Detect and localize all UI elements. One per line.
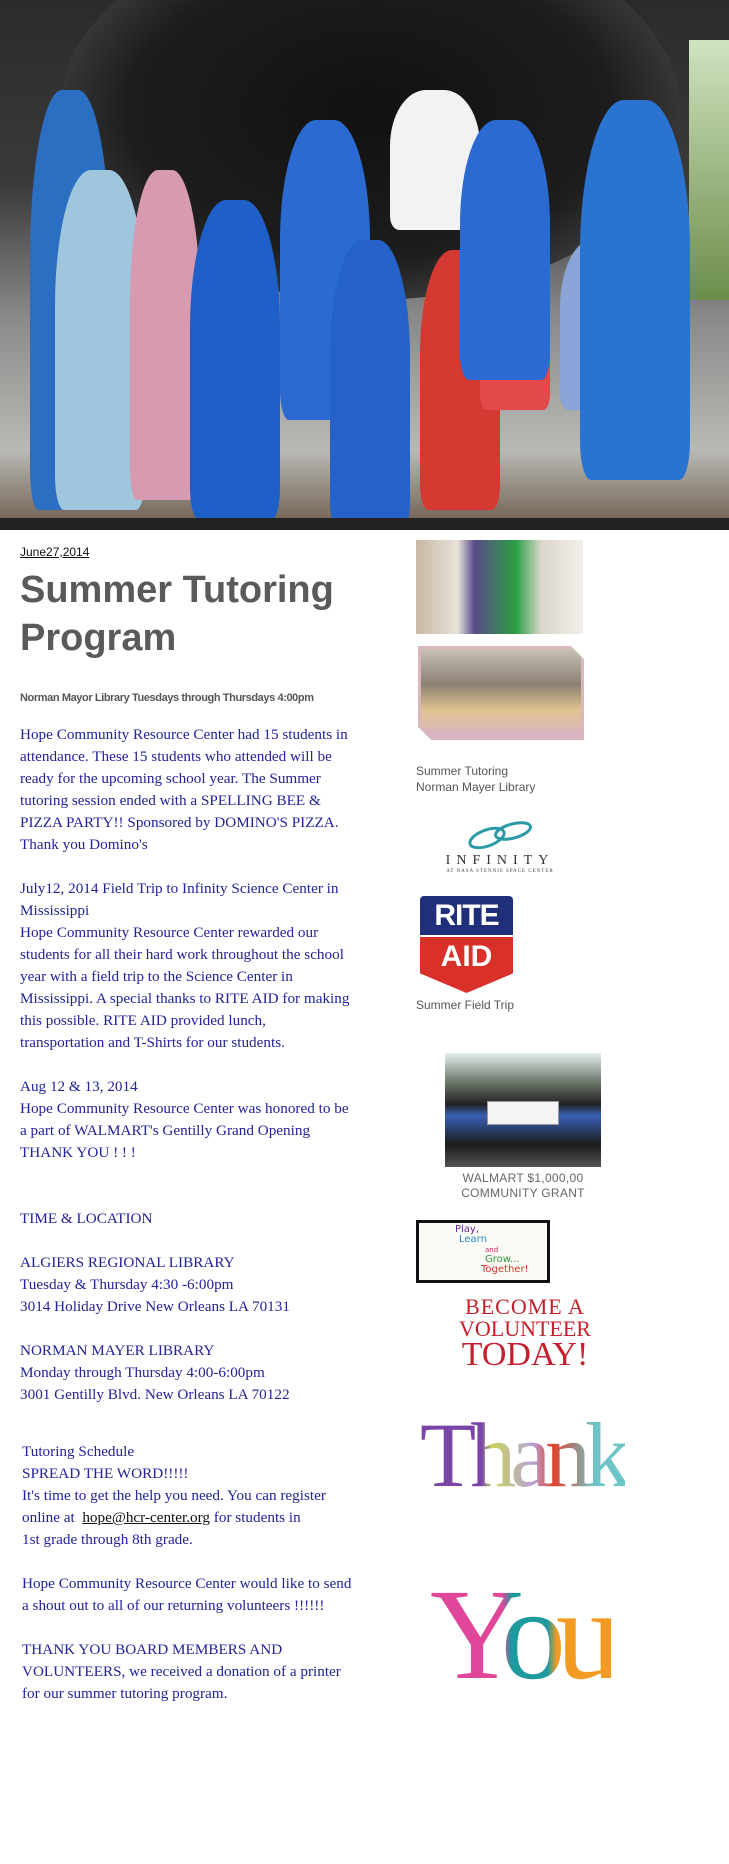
text-line: THANK YOU ! ! !: [20, 1144, 136, 1161]
logo-text: Learn: [459, 1234, 487, 1245]
caption-field-trip: Summer Field Trip: [416, 998, 515, 1012]
caption-line: WALMART $1,000,00: [462, 1171, 584, 1185]
infinity-name: INFINITY: [445, 853, 555, 868]
text-line: attendance. These 15 students who attend…: [20, 748, 332, 765]
text-line: 1st grade through 8th grade.: [22, 1531, 193, 1548]
text-line: THANK YOU BOARD MEMBERS AND: [22, 1641, 283, 1658]
text-line: 3001 Gentilly Blvd. New Orleans LA 70122: [20, 1386, 290, 1403]
text-line: a part of WALMART's Gentilly Grand Openi…: [20, 1122, 311, 1139]
text-line: tutoring session ended with a SPELLING B…: [20, 792, 321, 809]
paragraph-walmart: Aug 12 & 13, 2014 Hope Community Resourc…: [20, 1076, 349, 1164]
time-location-heading: TIME & LOCATION: [20, 1210, 153, 1227]
text-line: Aug 12 & 13, 2014: [20, 1078, 138, 1095]
post-title: Summer Tutoring Program: [20, 569, 334, 659]
paragraph-board-members: THANK YOU BOARD MEMBERS AND VOLUNTEERS, …: [22, 1639, 341, 1705]
caption-line: Summer Tutoring: [416, 764, 509, 778]
rite-text: RITE: [420, 896, 513, 935]
become-volunteer-image: BECOME A VOLUNTEER TODAY!: [440, 1294, 610, 1373]
play-learn-grow-image: Play, Learn and Grow... Together!: [416, 1220, 550, 1283]
text-line: ready for the upcoming school year. The …: [20, 770, 321, 787]
caption-line: Norman Mayer Library: [416, 780, 536, 794]
paragraph-field-trip: July12, 2014 Field Trip to Infinity Scie…: [20, 878, 349, 1054]
group-photo: [0, 0, 729, 530]
text-line: Hope Community Resource Center rewarded …: [20, 924, 319, 941]
text-line: Tuesday & Thursday 4:30 -6:00pm: [20, 1276, 234, 1293]
logo-text: Together!: [481, 1264, 529, 1275]
text-line: VOLUNTEERS, we received a donation of a …: [22, 1663, 341, 1680]
paragraph-volunteers: Hope Community Resource Center would lik…: [22, 1573, 351, 1617]
thank-you-image: Thank You: [420, 1380, 631, 1830]
text: online at: [22, 1509, 83, 1526]
text-line: year with a field trip to the Science Ce…: [20, 968, 293, 985]
text: for students in: [210, 1509, 301, 1526]
text-line: Thank you Domino's: [20, 836, 148, 853]
text-line: for our summer tutoring program.: [22, 1685, 228, 1702]
location-algiers: ALGIERS REGIONAL LIBRARY Tuesday & Thurs…: [20, 1252, 290, 1318]
infinity-tagline: AT NASA STENNIS SPACE CENTER: [446, 869, 554, 874]
tutoring-photo-1: [416, 540, 583, 634]
post-subtitle: Norman Mayor Library Tuesdays through Th…: [20, 692, 314, 704]
you-text: You: [430, 1550, 621, 1720]
text-line: SPREAD THE WORD!!!!!: [22, 1465, 189, 1482]
caption-summer-tutoring: Summer Tutoring Norman Mayer Library: [416, 763, 535, 795]
thank-text: Thank: [420, 1380, 631, 1530]
walmart-check-photo: [445, 1053, 601, 1167]
text-line: this possible. RITE AID provided lunch,: [20, 1012, 266, 1029]
post-date-link[interactable]: June27,2014: [20, 545, 89, 559]
text-line: students for all their hard work through…: [20, 946, 344, 963]
text-line: Mississippi: [20, 902, 90, 919]
volunteer-text: TODAY!: [461, 1336, 589, 1373]
text-line: Tutoring Schedule: [22, 1443, 135, 1460]
text-line: 3014 Holiday Drive New Orleans LA 70131: [20, 1298, 290, 1315]
infinity-icon: [468, 821, 532, 850]
text-line: July12, 2014 Field Trip to Infinity Scie…: [20, 880, 339, 897]
text-line: It's time to get the help you need. You …: [22, 1487, 326, 1504]
text-line: a shout out to all of our returning volu…: [22, 1597, 325, 1614]
aid-text: AID: [420, 937, 513, 993]
text-line: Hope Community Resource Center had 15 st…: [20, 726, 348, 743]
text-line: Hope Community Resource Center would lik…: [22, 1575, 352, 1592]
location-norman-mayer: NORMAN MAYER LIBRARY Monday through Thur…: [20, 1340, 290, 1406]
text-line: Hope Community Resource Center was honor…: [20, 1100, 349, 1117]
email-link[interactable]: hope@hcr-center.org: [82, 1509, 210, 1526]
paragraph-spelling-bee: Hope Community Resource Center had 15 st…: [20, 724, 348, 856]
text-line: ALGIERS REGIONAL LIBRARY: [20, 1254, 235, 1271]
text-line: NORMAN MAYER LIBRARY: [20, 1342, 215, 1359]
walmart-caption: WALMART $1,000,00 COMMUNITY GRANT: [445, 1171, 601, 1201]
rite-aid-logo: RITE AID: [420, 896, 513, 994]
text-line: PIZZA PARTY!! Sponsored by DOMINO'S PIZZ…: [20, 814, 339, 831]
volunteer-text: BECOME A: [465, 1294, 585, 1319]
paragraph-tutoring-schedule: Tutoring Schedule SPREAD THE WORD!!!!! I…: [22, 1441, 326, 1551]
text-line: Monday through Thursday 4:00-6:00pm: [20, 1364, 265, 1381]
text-line: online at hope@hcr-center.org for studen…: [22, 1507, 326, 1529]
caption-line: COMMUNITY GRANT: [461, 1186, 585, 1200]
tutoring-photo-2: [418, 646, 584, 740]
text-line: transportation and T-Shirts for our stud…: [20, 1034, 285, 1051]
infinity-logo: INFINITY AT NASA STENNIS SPACE CENTER: [420, 818, 580, 882]
text-line: Mississippi. A special thanks to RITE AI…: [20, 990, 350, 1007]
